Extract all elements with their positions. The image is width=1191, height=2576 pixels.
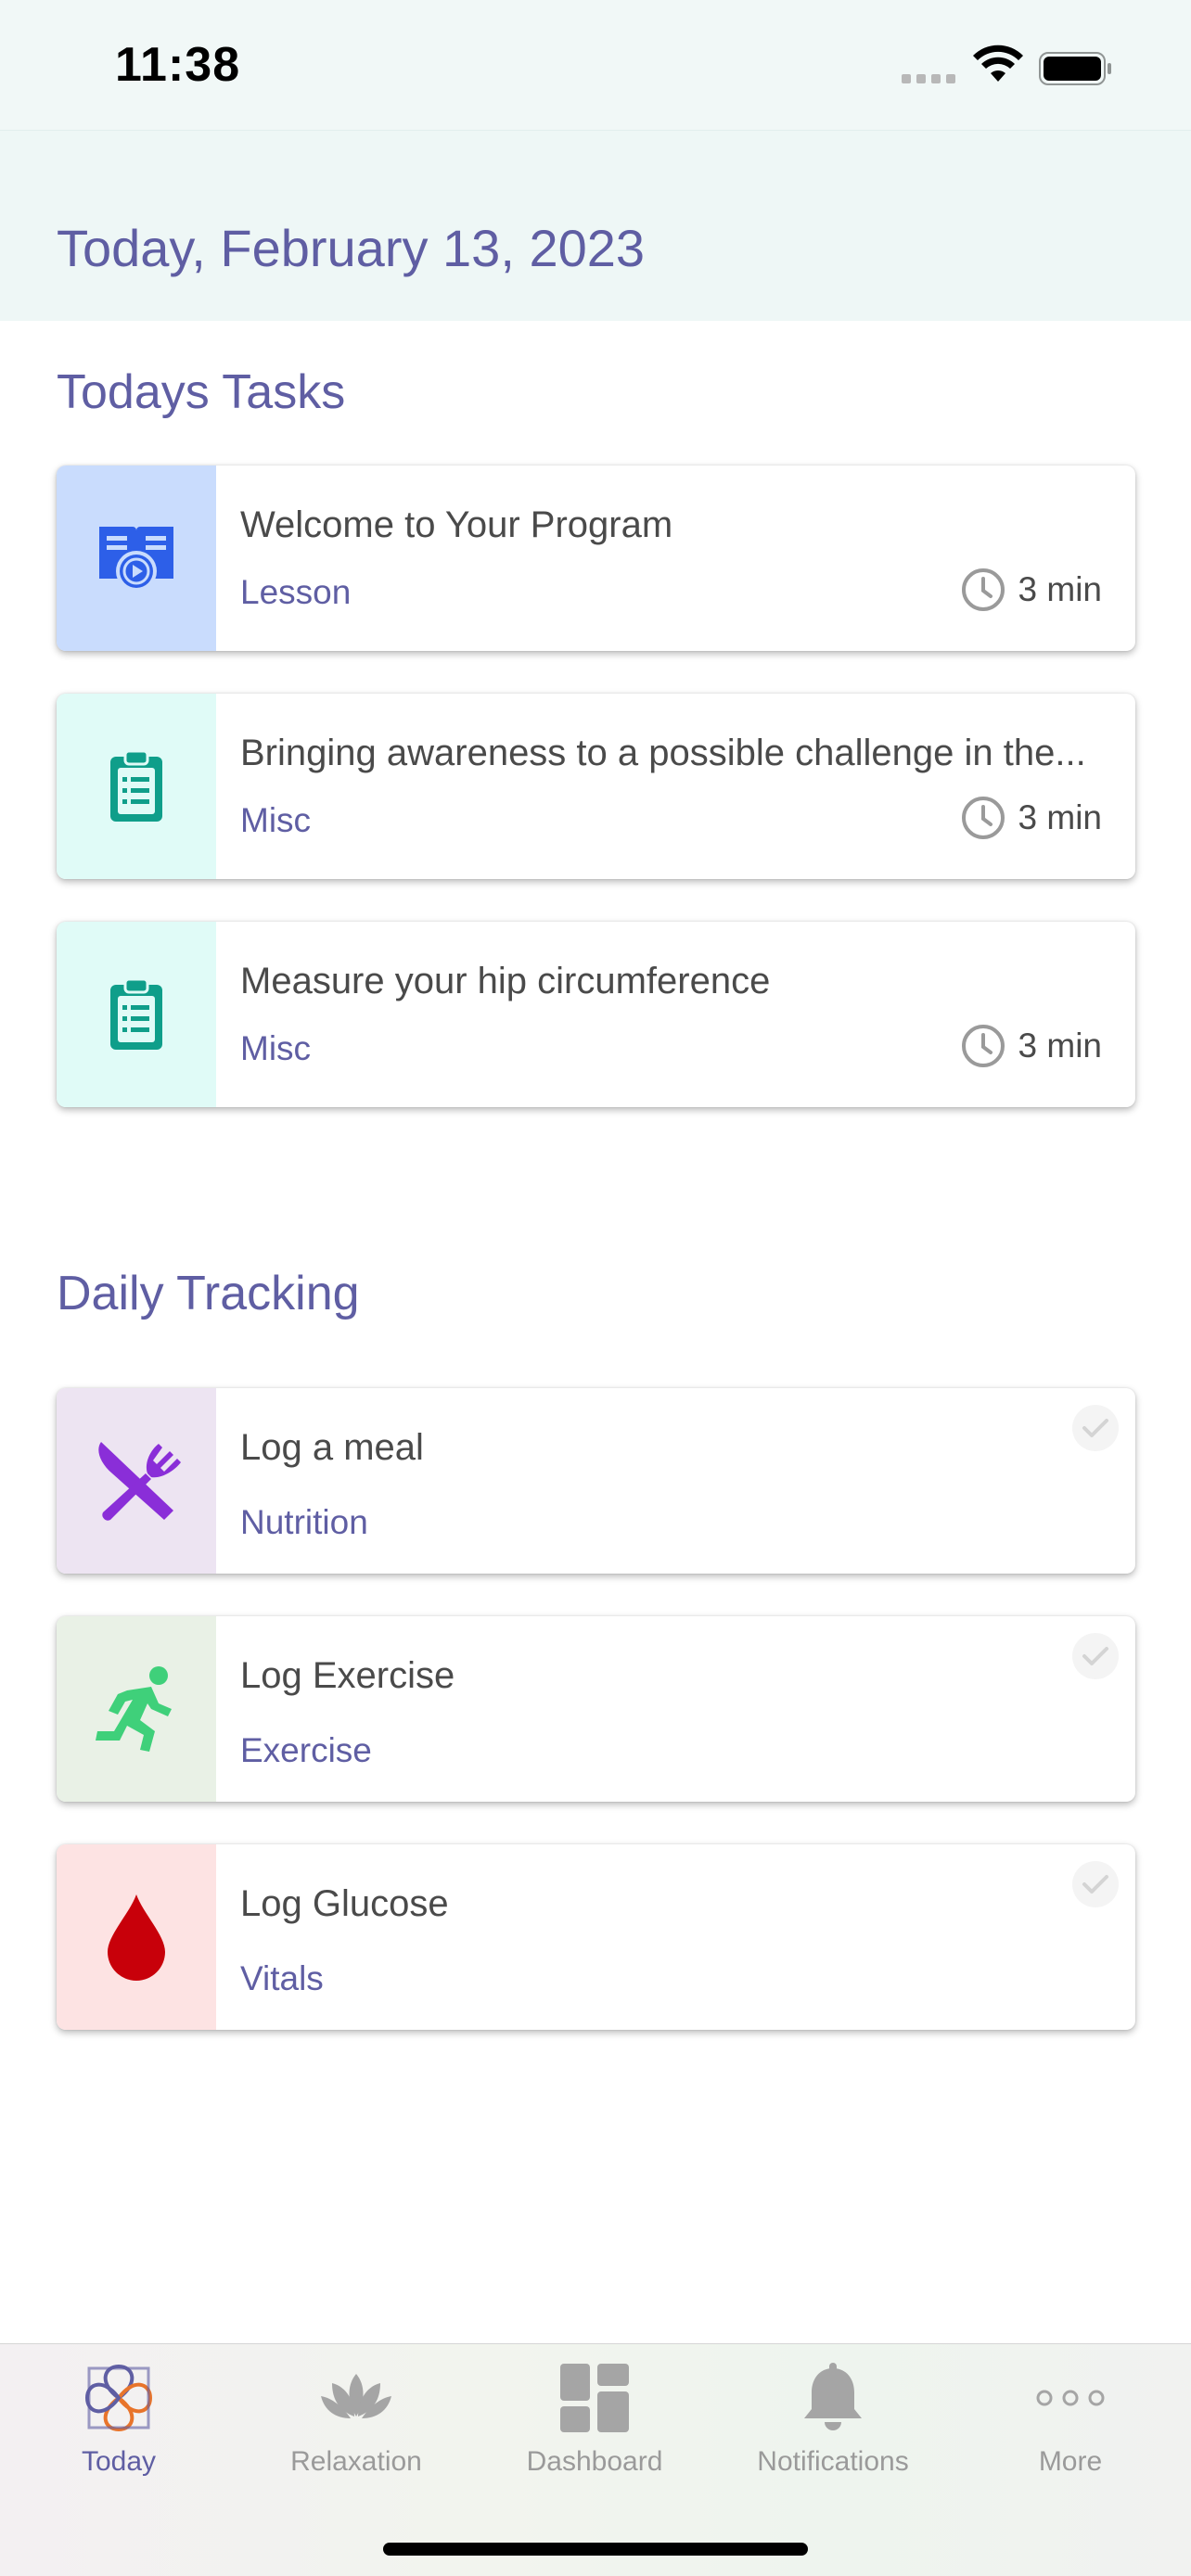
date-header: Today, February 13, 2023 <box>0 130 1191 321</box>
blood-drop-icon <box>108 1894 165 1981</box>
dashboard-grid-icon <box>557 2361 632 2435</box>
tab-today[interactable]: Today <box>0 2344 237 2483</box>
tab-more[interactable]: More <box>952 2344 1189 2483</box>
task-card[interactable]: Measure your hip circumference Misc 3 mi… <box>57 922 1135 1107</box>
wifi-icon <box>973 45 1023 82</box>
tab-bar: Today Relaxation Dashboard Notifications… <box>0 2343 1191 2576</box>
status-time: 11:38 <box>115 38 241 92</box>
task-category: Lesson <box>240 573 352 611</box>
task-icon-box <box>57 922 216 1107</box>
running-icon <box>96 1666 172 1752</box>
more-dots-icon <box>1033 2361 1108 2435</box>
tasks-section-title: Todays Tasks <box>57 365 346 419</box>
tracking-title: Log a meal <box>240 1427 424 1468</box>
task-duration: 3 min <box>961 567 1102 612</box>
today-flower-icon <box>82 2361 156 2435</box>
duration-text: 3 min <box>1018 1027 1102 1065</box>
tab-label: Today <box>81 2446 157 2477</box>
clock-icon <box>961 797 1005 839</box>
tracking-section-title: Daily Tracking <box>57 1267 360 1320</box>
task-category: Misc <box>240 1029 312 1067</box>
tracking-category: Nutrition <box>240 1503 368 1541</box>
clock-icon <box>961 568 1005 611</box>
tab-relaxation[interactable]: Relaxation <box>237 2344 475 2483</box>
home-indicator[interactable] <box>383 2543 808 2556</box>
tracking-card[interactable]: Log Exercise Exercise <box>57 1616 1135 1802</box>
tab-dashboard[interactable]: Dashboard <box>476 2344 713 2483</box>
tab-label: Notifications <box>757 2446 909 2477</box>
tracking-card[interactable]: Log a meal Nutrition <box>57 1388 1135 1574</box>
utensils-icon <box>98 1442 181 1521</box>
checkmark-icon[interactable] <box>1072 1405 1119 1451</box>
tracking-icon-box <box>57 1388 216 1574</box>
task-title: Measure your hip circumference <box>240 961 771 1001</box>
task-card[interactable]: Welcome to Your Program Lesson 3 min <box>57 465 1135 651</box>
clipboard-icon <box>110 977 162 1050</box>
bell-icon <box>796 2361 870 2435</box>
clock-icon <box>961 1025 1005 1067</box>
duration-text: 3 min <box>1018 570 1102 608</box>
task-card[interactable]: Bringing awareness to a possible challen… <box>57 694 1135 879</box>
tracking-title: Log Glucose <box>240 1883 449 1924</box>
battery-icon <box>1039 52 1111 85</box>
duration-text: 3 min <box>1018 798 1102 836</box>
tracking-category: Vitals <box>240 1959 324 1997</box>
cellular-signal-icon <box>902 74 955 83</box>
task-duration: 3 min <box>961 1024 1102 1068</box>
status-bar: 11:38 <box>0 0 1191 130</box>
task-duration: 3 min <box>961 796 1102 840</box>
tab-label: Dashboard <box>526 2446 663 2477</box>
tab-label: More <box>1038 2446 1103 2477</box>
tracking-card[interactable]: Log Glucose Vitals <box>57 1844 1135 2030</box>
lesson-video-icon <box>99 527 173 592</box>
tab-notifications[interactable]: Notifications <box>714 2344 952 2483</box>
task-category: Misc <box>240 801 312 839</box>
task-icon-box <box>57 694 216 879</box>
tracking-icon-box <box>57 1616 216 1802</box>
tracking-icon-box <box>57 1844 216 2030</box>
checkmark-icon[interactable] <box>1072 1633 1119 1679</box>
tab-label: Relaxation <box>290 2446 422 2477</box>
page-title: Today, February 13, 2023 <box>57 219 646 277</box>
lotus-icon <box>319 2361 393 2435</box>
task-title: Bringing awareness to a possible challen… <box>240 733 1086 773</box>
checkmark-icon[interactable] <box>1072 1861 1119 1907</box>
tracking-category: Exercise <box>240 1731 372 1769</box>
clipboard-icon <box>110 749 162 822</box>
tracking-title: Log Exercise <box>240 1655 455 1696</box>
task-icon-box <box>57 465 216 651</box>
task-title: Welcome to Your Program <box>240 504 673 545</box>
